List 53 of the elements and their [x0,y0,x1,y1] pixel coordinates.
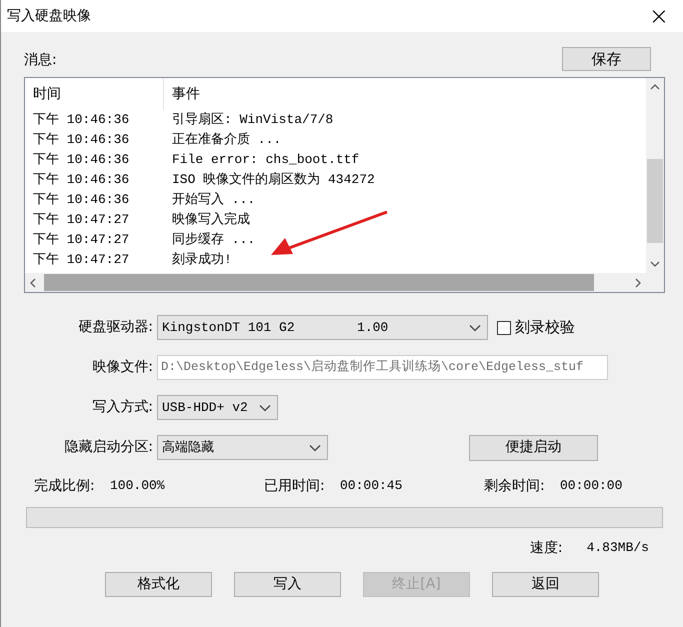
time-cell-text: 下午 10:46:36 [32,171,130,190]
event-cell-text: 正在准备介质 ... [171,131,282,150]
time-cell-text: 下午 10:47:27 [32,211,130,230]
event-cell-text: 引导扇区: WinVista/7/8 [171,111,334,130]
event-cell-text: File error: chs_boot.ttf [171,151,360,170]
stat-value: 100.00% [110,477,165,496]
scroll-right-icon[interactable] [635,278,641,288]
stat-value: 00:00:45 [340,477,402,496]
chevron-down-icon [469,324,481,332]
messages-label: 消息: [24,51,57,70]
drive-label: 硬盘驱动器: [77,318,154,337]
scroll-down-icon[interactable] [650,261,660,267]
horizontal-scrollbar[interactable] [25,273,664,292]
speed-label: 速度: [530,538,563,558]
scroll-up-icon[interactable] [650,84,660,90]
event-cell-text: 同步缓存 ... [171,231,256,250]
verify-checkbox[interactable] [497,320,511,334]
time-cell-text: 下午 10:47:27 [32,231,130,250]
vertical-scrollbar[interactable] [646,78,664,273]
image-file-label: 映像文件: [91,358,154,377]
event-cell-text: ISO 映像文件的扇区数为 434272 [171,171,375,190]
event-cell-text: 映像写入完成 [171,211,250,230]
stat-label: 完成比例: [33,476,96,496]
verify-label: 刻录校验 [515,317,575,338]
stat-label: 已用时间: [263,476,326,496]
event-cell-text: 开始写入 ... [171,191,256,210]
event-cell-text: 刻录成功! [171,251,232,270]
column-header[interactable]: 事件 [164,84,200,104]
time-cell-text: 下午 10:47:27 [32,251,130,270]
image-file-field[interactable]: D:\Desktop\Edgeless\启动盘制作工具训练场\core\Edgeless_stuf [157,355,608,380]
time-cell-text: 下午 10:46:36 [32,131,130,150]
write-mode-label: 写入方式: [91,398,154,417]
action-button[interactable]: 写入 [234,572,341,597]
chevron-down-icon [309,444,321,452]
close-button[interactable]: × [648,4,669,28]
quick-boot-button[interactable]: 便捷启动 [469,434,598,460]
hide-partition-label: 隐藏启动分区: [63,438,154,457]
chevron-down-icon [259,404,271,412]
time-cell-text: 下午 10:46:36 [32,191,130,210]
stat-value: 00:00:00 [560,477,622,496]
save-button[interactable]: 保存 [562,47,651,71]
column-header[interactable]: 时间 [25,78,164,110]
speed-value: 4.83MB/s [586,539,649,558]
stat-label: 剩余时间: [483,476,546,496]
action-button[interactable]: 格式化 [105,572,212,597]
time-cell-text: 下午 10:46:36 [32,151,130,170]
scroll-left-icon[interactable] [30,278,36,288]
hide-partition-dropdown[interactable]: 高端隐藏 [157,435,328,460]
time-cell-text: 下午 10:46:36 [32,111,130,130]
drive-dropdown[interactable]: KingstonDT 101 G2 1.00 [157,315,488,340]
action-button[interactable]: 返回 [492,572,599,597]
write-mode-dropdown[interactable]: USB-HDD+ v2 [157,395,278,420]
window-title: 写入硬盘映像 [7,6,91,26]
